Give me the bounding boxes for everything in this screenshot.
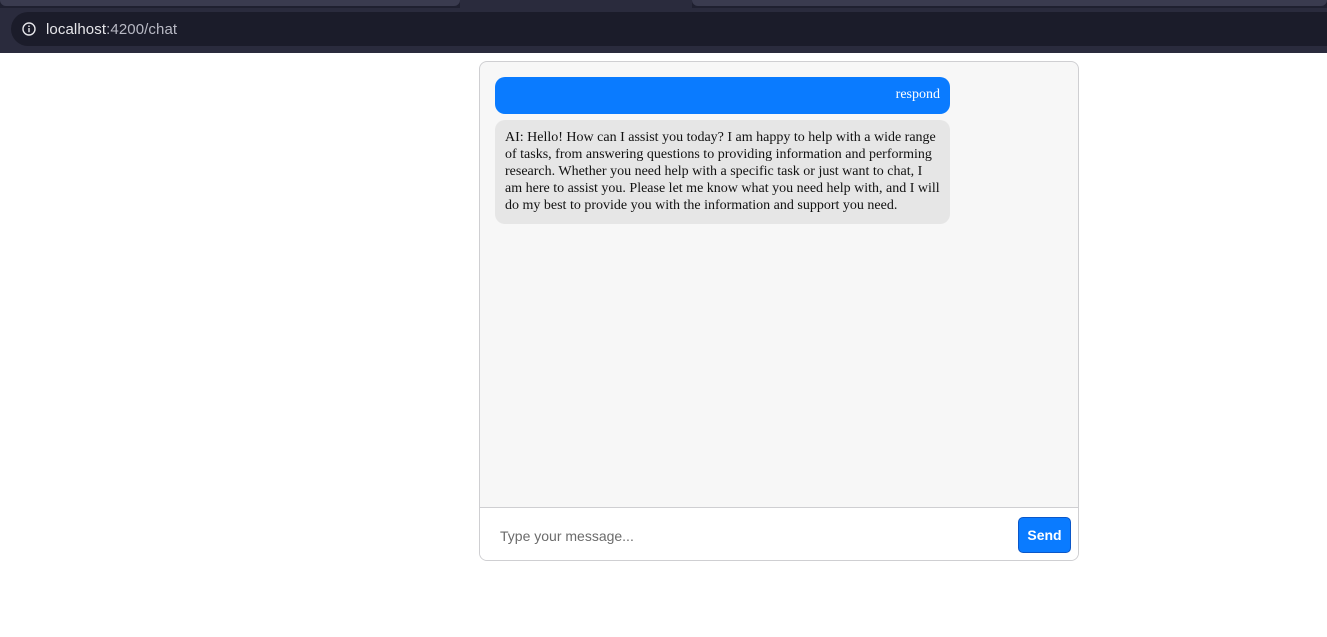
ai-message-bubble: AI: Hello! How can I assist you today? I… (495, 120, 950, 224)
url-text[interactable]: localhost:4200/chat (46, 21, 177, 38)
url-path: :4200/chat (106, 20, 178, 38)
message-input[interactable] (490, 518, 1022, 554)
message-list: respond AI: Hello! How can I assist you … (480, 62, 1078, 507)
user-message-bubble: respond (495, 77, 950, 114)
message-input-bar: Send (480, 507, 1078, 560)
tab-inactive-left[interactable] (0, 0, 460, 6)
address-bar[interactable]: localhost:4200/chat (11, 12, 1327, 46)
tab-inactive-right[interactable] (692, 0, 1327, 6)
browser-toolbar: localhost:4200/chat (0, 0, 1327, 53)
info-circle-icon[interactable] (22, 22, 36, 36)
send-button[interactable]: Send (1018, 517, 1071, 553)
chat-container: respond AI: Hello! How can I assist you … (479, 61, 1079, 561)
tab-active[interactable] (460, 0, 692, 12)
url-host: localhost (46, 20, 107, 38)
